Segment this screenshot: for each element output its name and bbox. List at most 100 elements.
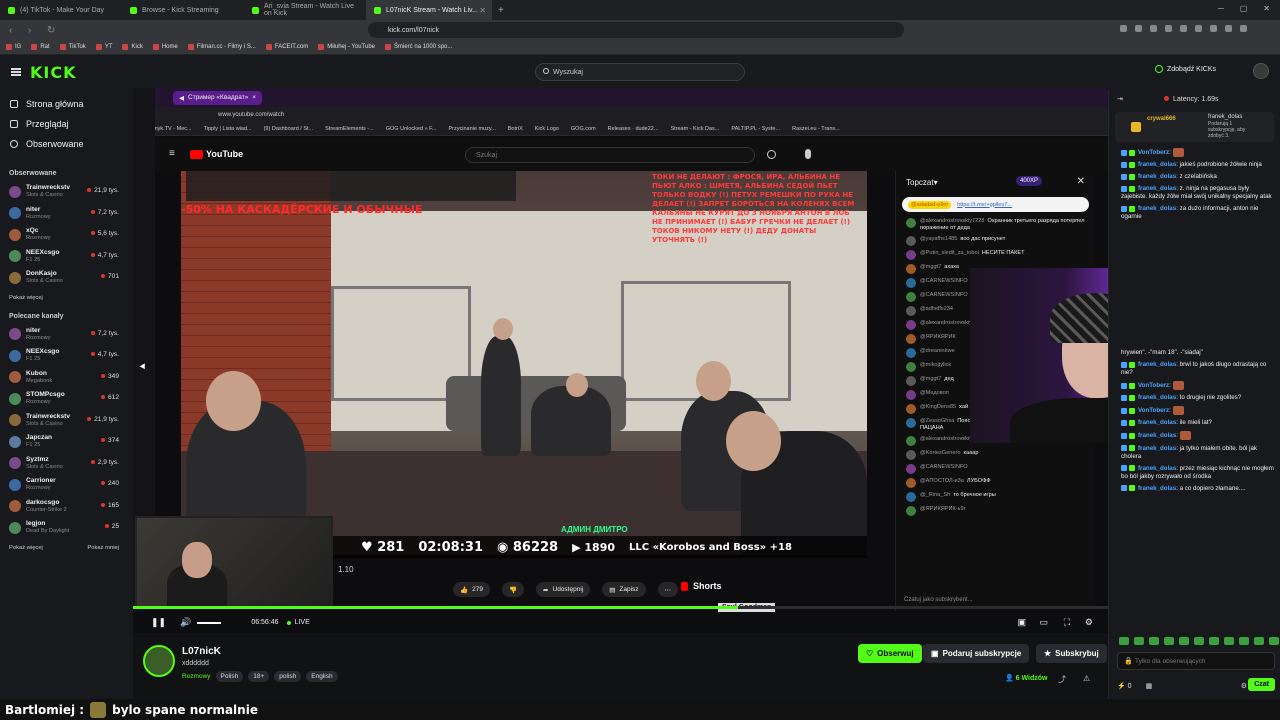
channel-item[interactable]: xQc Rozmowy 5,6 tys. — [0, 224, 133, 246]
extension-icon[interactable] — [1150, 25, 1157, 32]
channel-item[interactable]: Trainwreckstv Slots & Casino 21,9 tys. — [0, 181, 133, 203]
tag[interactable]: Polish — [215, 671, 244, 682]
player-progress[interactable] — [133, 606, 1108, 609]
bookmark[interactable]: Śmierć na 1000 spo... — [385, 44, 452, 50]
forward-icon[interactable]: › — [28, 25, 38, 36]
emote-icon[interactable] — [1179, 637, 1189, 645]
show-more-following[interactable]: Pokaż więcej — [0, 289, 133, 305]
pip-icon[interactable]: ▣ — [1017, 617, 1026, 628]
extension-icon[interactable] — [1120, 25, 1127, 32]
chat-input[interactable]: 🔒 Tylko dla obserwujących — [1117, 652, 1275, 670]
report-icon[interactable]: ⚠ — [1083, 674, 1090, 683]
channel-item[interactable]: niter Rozmowy 7,2 tys. — [0, 324, 133, 346]
send-chat-button[interactable]: Czat — [1248, 678, 1275, 691]
bookmark[interactable]: Rat — [31, 44, 50, 50]
volume-icon[interactable]: 🔊 — [180, 617, 191, 628]
kicks-balance[interactable]: ⚡ 0 — [1117, 682, 1132, 690]
channel-item[interactable]: Kubon Megabonk 349 — [0, 367, 133, 389]
emote-icon[interactable] — [1164, 637, 1174, 645]
extension-icon[interactable] — [1225, 25, 1232, 32]
chat-username[interactable]: franek_dolas — [1138, 419, 1176, 426]
bookmark[interactable]: FACEIT.com — [265, 44, 308, 50]
browser-tab-l07nick[interactable]: L07nicK Stream - Watch Liv... ✕ — [366, 0, 492, 20]
extension-icon[interactable] — [1240, 25, 1247, 32]
menu-icon[interactable] — [11, 68, 21, 76]
tag[interactable]: 18+ — [248, 671, 270, 682]
streamer-avatar[interactable] — [143, 645, 175, 677]
kick-logo[interactable]: KICK — [30, 63, 77, 82]
channel-item[interactable]: niter Rozmowy 7,2 tys. — [0, 203, 133, 225]
volume-slider[interactable] — [197, 621, 222, 624]
new-tab-button[interactable]: + — [498, 5, 504, 16]
channel-item[interactable]: DonKasjo Slots & Casino 701 — [0, 267, 133, 289]
bookmark[interactable]: Kick — [122, 44, 143, 50]
gift-subs-button[interactable]: ▣ Podaruj subskrypcje — [923, 644, 1030, 663]
emote-icon[interactable] — [1119, 637, 1129, 645]
bookmark[interactable]: Home — [152, 44, 178, 50]
browser-tab-browse[interactable]: Browse - Kick Streaming — [122, 0, 244, 20]
nav-home[interactable]: Strona główna — [0, 94, 133, 114]
chat-username[interactable]: franek_dolas — [1138, 485, 1176, 492]
theater-icon[interactable]: ▭ — [1039, 617, 1048, 628]
chat-username[interactable]: VonToberz — [1138, 407, 1169, 414]
search-input[interactable]: Wyszukaj — [535, 63, 745, 81]
emote-icon[interactable] — [1209, 637, 1219, 645]
chat-username[interactable]: franek_dolas — [1138, 205, 1176, 212]
channel-item[interactable]: legjon Dead By Daylight 25 — [0, 517, 133, 539]
streamer-name[interactable]: L07nicK — [182, 646, 221, 657]
user-avatar[interactable] — [1253, 63, 1269, 79]
emote-icon[interactable] — [1224, 637, 1234, 645]
channel-item[interactable]: darkocsgo Counter-Strike 2 165 — [0, 496, 133, 518]
extension-icon[interactable] — [1165, 25, 1172, 32]
get-kicks-button[interactable]: Zdobądź KICKs — [1155, 65, 1216, 73]
bookmark[interactable]: IG — [6, 44, 21, 50]
chat-username[interactable]: franek_dolas — [1138, 185, 1176, 192]
bookmark[interactable]: Filman.cc - Filmy i S... — [187, 44, 256, 50]
back-icon[interactable]: ‹ — [9, 25, 19, 36]
emote-icon[interactable] — [1194, 637, 1204, 645]
settings-icon[interactable]: ⚙ — [1241, 682, 1247, 690]
chat-username[interactable]: franek_dolas — [1138, 445, 1176, 452]
emote-icon[interactable] — [1269, 637, 1279, 645]
follow-button[interactable]: ♡ Obserwuj — [858, 644, 922, 663]
subscribe-button[interactable]: ★ Subskrybuj — [1036, 644, 1107, 663]
video-player[interactable]: ◀ Стример «Квадрат» × www.youtube.com/watc… — [133, 88, 1108, 633]
url-field[interactable]: kick.com/l07nick — [368, 22, 904, 38]
extension-icon[interactable] — [1195, 25, 1202, 32]
channel-item[interactable]: STOMPcsgo Rozmowy 612 — [0, 388, 133, 410]
chat-username[interactable]: VonToberz — [1138, 382, 1169, 389]
chat-username[interactable]: franek_dolas — [1138, 161, 1176, 168]
bookmark[interactable]: TikTok — [59, 44, 86, 50]
fullscreen-icon[interactable]: ⛶ — [1064, 617, 1070, 628]
bookmark[interactable]: Miłuhej - YouTube — [318, 44, 375, 50]
channel-item[interactable]: Syztmz Slots & Casino 2,9 tys. — [0, 453, 133, 475]
chat-username[interactable]: VonToberz — [1138, 149, 1169, 156]
bookmark[interactable]: YT — [95, 44, 112, 50]
emote-icon[interactable] — [1239, 637, 1249, 645]
settings-icon[interactable]: ⚙ — [1085, 617, 1093, 628]
nav-browse[interactable]: Przeglądaj — [0, 114, 133, 134]
chat-username[interactable]: franek_dolas — [1138, 465, 1176, 472]
extension-icon[interactable] — [1180, 25, 1187, 32]
show-more-button[interactable]: Pokaż więcej — [9, 545, 43, 551]
tag[interactable]: English — [306, 671, 338, 682]
pause-icon[interactable]: ❚❚ — [151, 617, 166, 628]
maximize-icon[interactable]: ▢ — [1240, 4, 1248, 13]
close-tab-icon[interactable]: ✕ — [479, 6, 486, 15]
channel-item[interactable]: Carrioner Rozmowy 240 — [0, 474, 133, 496]
emote-icon[interactable] — [1134, 637, 1144, 645]
channel-item[interactable]: Japczan F1 25 374 — [0, 431, 133, 453]
chat-username[interactable]: franek_dolas — [1138, 173, 1176, 180]
minimize-icon[interactable]: ─ — [1218, 4, 1224, 13]
browser-tab-tiktok[interactable]: (4) TikTok - Make Your Day — [0, 0, 122, 20]
nav-following[interactable]: Obserwowane — [0, 134, 133, 154]
browser-tab-ari[interactable]: Ari_svia Stream - Watch Live on Kick — [244, 0, 366, 20]
close-window-icon[interactable]: ✕ — [1263, 4, 1270, 13]
channel-item[interactable]: NEEXcsgo F1 25 4,7 tys. — [0, 246, 133, 268]
channel-item[interactable]: NEEXcsgo F1 25 4,7 tys. — [0, 345, 133, 367]
extension-icon[interactable] — [1135, 25, 1142, 32]
show-less-button[interactable]: Pokaż mniej — [87, 545, 119, 551]
extension-icon[interactable] — [1210, 25, 1217, 32]
emote-icon[interactable] — [1254, 637, 1264, 645]
share-icon[interactable]: ⤴ — [1058, 674, 1066, 685]
